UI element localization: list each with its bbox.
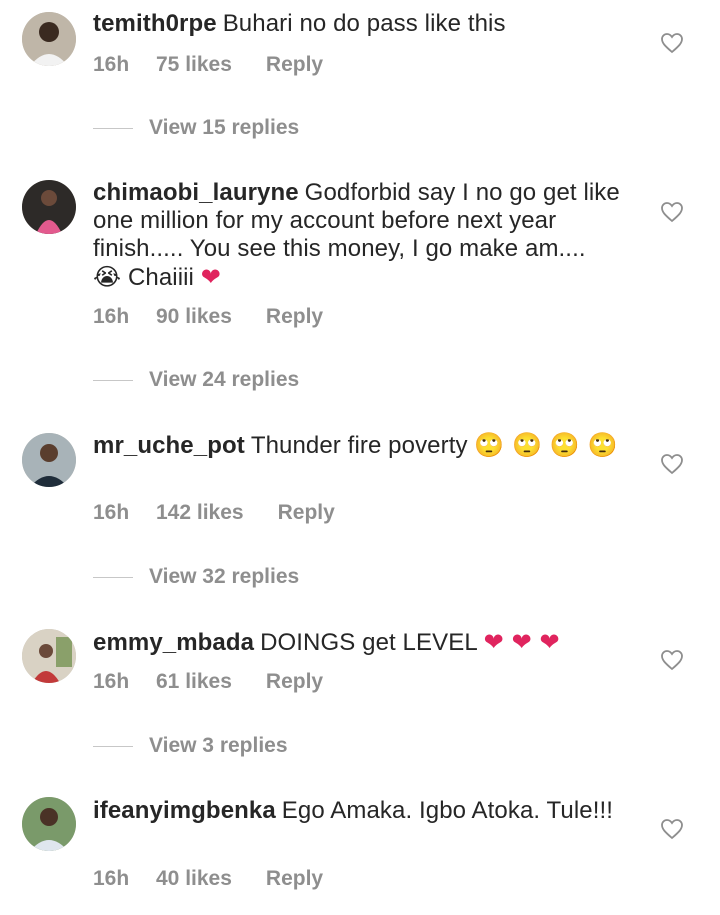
comment-meta: 16h 142 likes Reply <box>93 501 335 525</box>
reply-button[interactable]: Reply <box>266 305 323 329</box>
like-heart-icon[interactable] <box>660 31 684 55</box>
comment-body: Thunder fire poverty <box>250 432 468 459</box>
comment-text: ifeanyimgbenka Ego Amaka. Igbo Atoka. Tul… <box>93 797 653 825</box>
comment-text: chimaobi_lauryne Godforbid say I no go ge… <box>93 179 653 292</box>
reply-button[interactable]: Reply <box>266 53 323 77</box>
like-heart-icon[interactable] <box>660 200 684 224</box>
reply-button[interactable]: Reply <box>278 501 335 525</box>
avatar[interactable] <box>22 629 76 683</box>
like-heart-icon[interactable] <box>660 648 684 672</box>
comment-likes[interactable]: 142 likes <box>156 501 244 525</box>
view-replies-button[interactable]: View 3 replies <box>93 734 288 758</box>
comment-text: temith0rpe Buhari no do pass like this <box>93 10 653 38</box>
view-replies-label: View 3 replies <box>149 734 288 757</box>
comment-text: mr_uche_pot Thunder fire poverty 🙄 🙄 🙄 🙄 <box>93 431 653 460</box>
comment-meta: 16h 40 likes Reply <box>93 867 323 891</box>
comment-likes[interactable]: 90 likes <box>156 305 232 329</box>
view-replies-label: View 15 replies <box>149 116 300 139</box>
comment-meta: 16h 61 likes Reply <box>93 670 323 694</box>
comment-time: 16h <box>93 670 130 693</box>
like-heart-icon[interactable] <box>660 817 684 841</box>
comment-body: Ego Amaka. Igbo Atoka. Tule!!! <box>281 797 614 824</box>
comment-username[interactable]: mr_uche_pot <box>93 432 245 459</box>
avatar[interactable] <box>22 433 76 487</box>
heart-emoji-icon: ❤ ❤ ❤ <box>483 628 560 656</box>
view-replies-label: View 24 replies <box>149 368 300 391</box>
reply-button[interactable]: Reply <box>266 867 323 891</box>
comment-username[interactable]: emmy_mbada <box>93 629 254 656</box>
reply-button[interactable]: Reply <box>266 670 323 694</box>
comment-username[interactable]: ifeanyimgbenka <box>93 797 276 824</box>
comment-body: DOINGS get LEVEL <box>260 629 477 656</box>
avatar[interactable] <box>22 12 76 66</box>
view-replies-label: View 32 replies <box>149 565 300 588</box>
comment-username[interactable]: temith0rpe <box>93 10 217 37</box>
comment-meta: 16h 75 likes Reply <box>93 53 323 77</box>
comment-time: 16h <box>93 501 130 524</box>
view-replies-button[interactable]: View 32 replies <box>93 565 299 589</box>
comment-meta: 16h 90 likes Reply <box>93 305 323 329</box>
view-replies-button[interactable]: View 24 replies <box>93 368 299 392</box>
heart-emoji-icon: ❤ <box>200 263 221 291</box>
eye-roll-emoji-icon: 🙄 🙄 🙄 🙄 <box>474 431 618 459</box>
like-heart-icon[interactable] <box>660 452 684 476</box>
divider-line <box>93 379 133 382</box>
comment-likes[interactable]: 61 likes <box>156 670 232 694</box>
comment-time: 16h <box>93 867 130 890</box>
comment-likes[interactable]: 40 likes <box>156 867 232 891</box>
avatar[interactable] <box>22 797 76 851</box>
comment-likes[interactable]: 75 likes <box>156 53 232 77</box>
divider-line <box>93 576 133 579</box>
comment-body: Buhari no do pass like this <box>222 10 506 37</box>
comment-time: 16h <box>93 305 130 328</box>
comment-username[interactable]: chimaobi_lauryne <box>93 179 299 206</box>
avatar[interactable] <box>22 180 76 234</box>
crying-emoji-icon: 😭 <box>93 263 122 291</box>
comment-time: 16h <box>93 53 130 76</box>
comment-body-tail: Chaiiii <box>127 264 194 291</box>
divider-line <box>93 127 133 130</box>
comment-text: emmy_mbada DOINGS get LEVEL ❤ ❤ ❤ <box>93 628 653 657</box>
divider-line <box>93 745 133 748</box>
view-replies-button[interactable]: View 15 replies <box>93 116 299 140</box>
